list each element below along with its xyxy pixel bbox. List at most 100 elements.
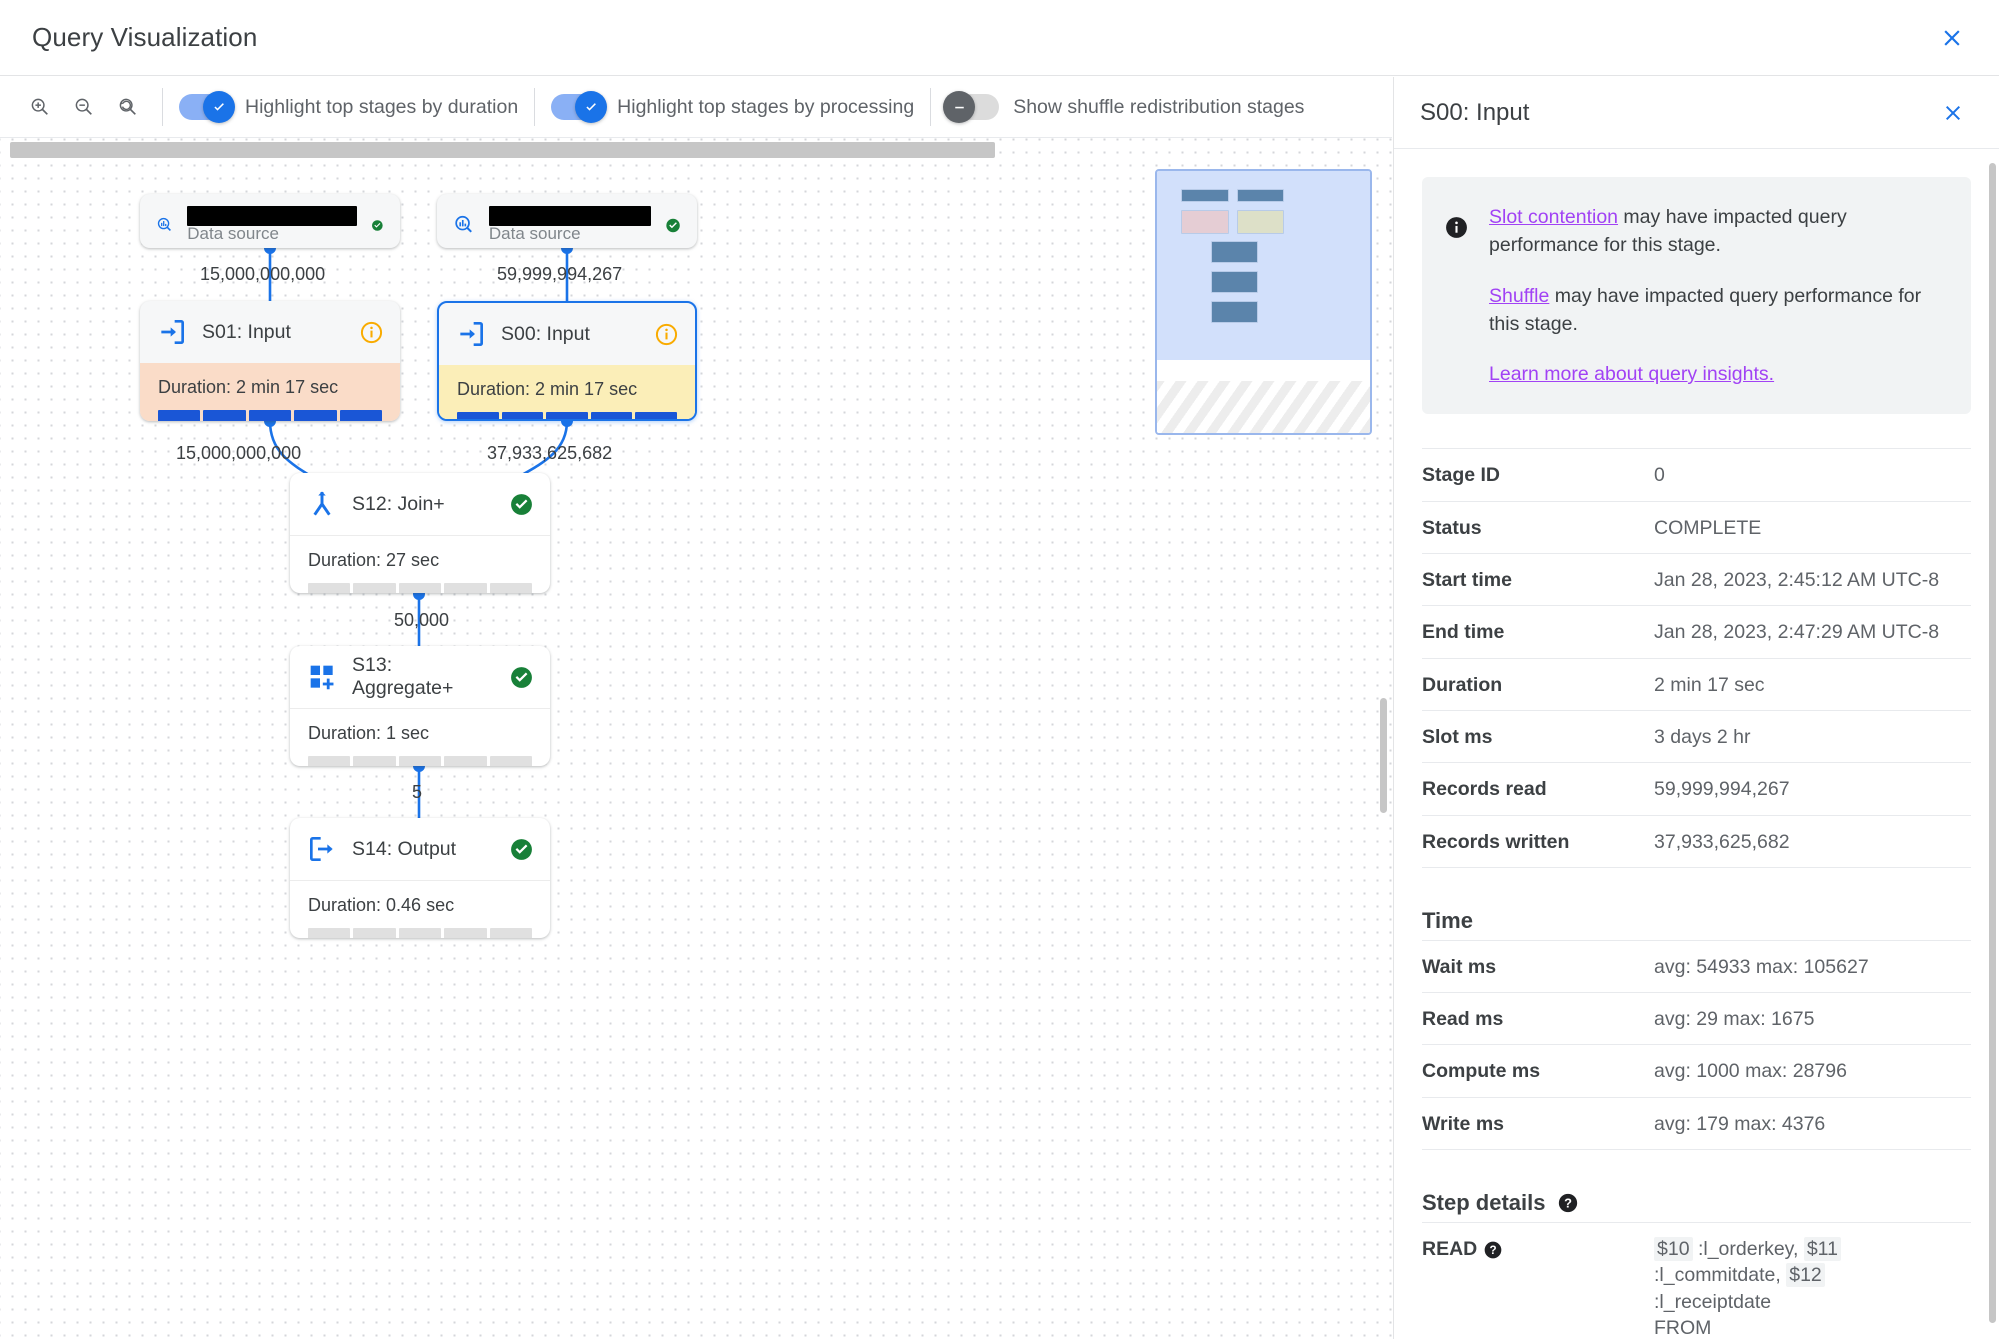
table-row: Records written 37,933,625,682 (1422, 815, 1971, 868)
window-titlebar: Query Visualization (0, 0, 1999, 76)
data-source-icon (157, 217, 171, 231)
panel-content: Slot contention may have impacted query … (1394, 149, 1999, 1339)
duration-bar-segment (546, 412, 588, 419)
toggle-switch-shuffle[interactable] (943, 91, 1000, 123)
zoom-in-button[interactable] (22, 89, 58, 125)
read-var-12: $12 (1786, 1263, 1825, 1288)
duration-bar (158, 410, 383, 421)
time-table: Wait ms avg: 54933 max: 105627 Read ms avg… (1422, 939, 1971, 1151)
duration-bar-segment (501, 412, 544, 419)
minimap-node (1181, 189, 1229, 202)
edge-label-records: 37,933,625,682 (487, 443, 613, 463)
toggle-knob (943, 91, 976, 123)
read-from-keyword: FROM (1654, 1317, 1712, 1339)
read-field-3: :l_receiptdate (1654, 1290, 1772, 1313)
row-key: Stage ID (1422, 448, 1654, 502)
step-details-label: Step details (1422, 1190, 1546, 1216)
node-title: S13: Aggregate+ (352, 654, 454, 699)
svg-text:?: ? (1489, 1244, 1496, 1257)
duration-bar-segment (457, 412, 499, 419)
canvas-horizontal-scrollbar[interactable] (10, 142, 995, 158)
close-window-button[interactable] (1931, 17, 1973, 59)
duration-bar-segment (398, 756, 442, 766)
zoom-controls (0, 89, 146, 125)
step-details-table: READ ? $10 :l_orderkey, $11 :l_commitdat… (1422, 1222, 1971, 1339)
close-panel-button[interactable] (1933, 93, 1973, 133)
zoom-out-button[interactable] (66, 89, 102, 125)
help-icon[interactable]: ? (1557, 1192, 1579, 1214)
row-key: Status (1422, 501, 1654, 554)
row-value: 0 (1654, 448, 1971, 502)
help-icon[interactable]: ? (1483, 1240, 1503, 1260)
duration-bar-segment (590, 412, 633, 419)
learn-more-link[interactable]: Learn more about query insights. (1489, 363, 1774, 385)
check-icon (213, 102, 224, 111)
duration-bar-segment (353, 583, 396, 593)
close-icon (1944, 29, 1960, 46)
node-header: Data source (140, 194, 400, 248)
table-row: Compute ms avg: 1000 max: 28796 (1422, 1044, 1971, 1098)
row-value: avg: 29 max: 1675 (1654, 992, 1971, 1046)
status-complete-icon (511, 666, 532, 688)
node-stage-s14[interactable]: S14: Output Duration: 0.46 sec (290, 818, 550, 938)
node-data-source-left[interactable]: Data source (140, 194, 400, 248)
table-row: Records read 59,999,994,267 (1422, 762, 1971, 816)
row-key: Slot ms (1422, 710, 1654, 764)
graph-minimap[interactable] (1155, 169, 1372, 435)
graph-toolbar: Highlight top stages by duration Highlig… (0, 77, 1392, 138)
node-title: S12: Join+ (352, 492, 445, 515)
duration-bar-segment (444, 583, 487, 593)
node-duration-text: Duration: 2 min 17 sec (158, 377, 339, 397)
node-header: S14: Output (290, 818, 550, 880)
table-row: Wait ms avg: 54933 max: 105627 (1422, 939, 1971, 994)
toggle-show-shuffle[interactable]: Show shuffle redistribution stages (943, 91, 1304, 123)
row-value: Jan 28, 2023, 2:45:12 AM UTC-8 (1654, 553, 1971, 607)
read-field-1: :l_orderkey, (1692, 1238, 1804, 1261)
toggle-switch-processing[interactable] (551, 91, 608, 123)
toolbar-divider (930, 88, 932, 126)
node-header: S12: Join+ (290, 473, 550, 535)
toggle-highlight-duration[interactable]: Highlight top stages by duration (179, 91, 518, 123)
shuffle-link[interactable]: Shuffle (1489, 285, 1549, 307)
node-duration-text: Duration: 0.46 sec (308, 895, 455, 915)
table-row: End time Jan 28, 2023, 2:47:29 AM UTC-8 (1422, 605, 1971, 659)
panel-header: S00: Input (1394, 77, 1999, 149)
insight-line-learn-more: Learn more about query insights. (1489, 360, 1945, 388)
duration-bar-segment (489, 928, 533, 938)
node-stage-s00[interactable]: S00: Input Duration: 2 min 17 sec (437, 301, 697, 421)
toggle-highlight-processing[interactable]: Highlight top stages by processing (551, 91, 914, 123)
node-stage-s13[interactable]: S13: Aggregate+ Duration: 1 sec (290, 646, 550, 766)
row-key: Compute ms (1422, 1044, 1654, 1098)
node-data-source-right[interactable]: Data source (437, 194, 697, 248)
node-stage-s01[interactable]: S01: Input Duration: 2 min 17 sec (140, 301, 400, 421)
duration-bar-segment (308, 756, 351, 766)
duration-bar-segment (398, 583, 442, 593)
duration-bar (308, 756, 533, 766)
canvas-vertical-scrollbar[interactable] (1380, 698, 1387, 813)
node-stage-s12[interactable]: S12: Join+ Duration: 27 sec (290, 473, 550, 593)
zoom-reset-button[interactable] (110, 89, 146, 125)
row-key: Records written (1422, 815, 1654, 868)
slot-contention-link[interactable]: Slot contention (1489, 206, 1618, 228)
duration-bar-segment (248, 410, 292, 421)
stage-details-table: Stage ID 0 Status COMPLETE Start time Jan 2… (1422, 448, 1971, 868)
data-source-icon (455, 215, 472, 233)
node-header: S01: Input (140, 301, 400, 363)
duration-bar-segment (635, 412, 677, 419)
insight-text-2: may have impacted query performance for … (1489, 284, 1922, 335)
row-value: avg: 54933 max: 105627 (1654, 939, 1971, 994)
toggle-switch-duration[interactable] (179, 91, 235, 123)
output-stage-icon (310, 837, 333, 861)
status-complete-icon (511, 493, 532, 515)
table-row: Read ms avg: 29 max: 1675 (1422, 992, 1971, 1046)
node-duration-text: Duration: 27 sec (308, 550, 440, 570)
row-key: Start time (1422, 553, 1654, 607)
minus-icon (954, 106, 964, 108)
graph-canvas[interactable]: Data source Data source 15,000,000,000 5… (0, 138, 1392, 1339)
node-duration-text: Duration: 1 sec (308, 723, 430, 743)
row-value: 3 days 2 hr (1654, 710, 1971, 764)
row-value: avg: 1000 max: 28796 (1654, 1044, 1971, 1098)
edge-label-records: 15,000,000,000 (200, 264, 326, 284)
duration-bar-segment (294, 410, 337, 421)
table-row: Stage ID 0 (1422, 448, 1971, 502)
